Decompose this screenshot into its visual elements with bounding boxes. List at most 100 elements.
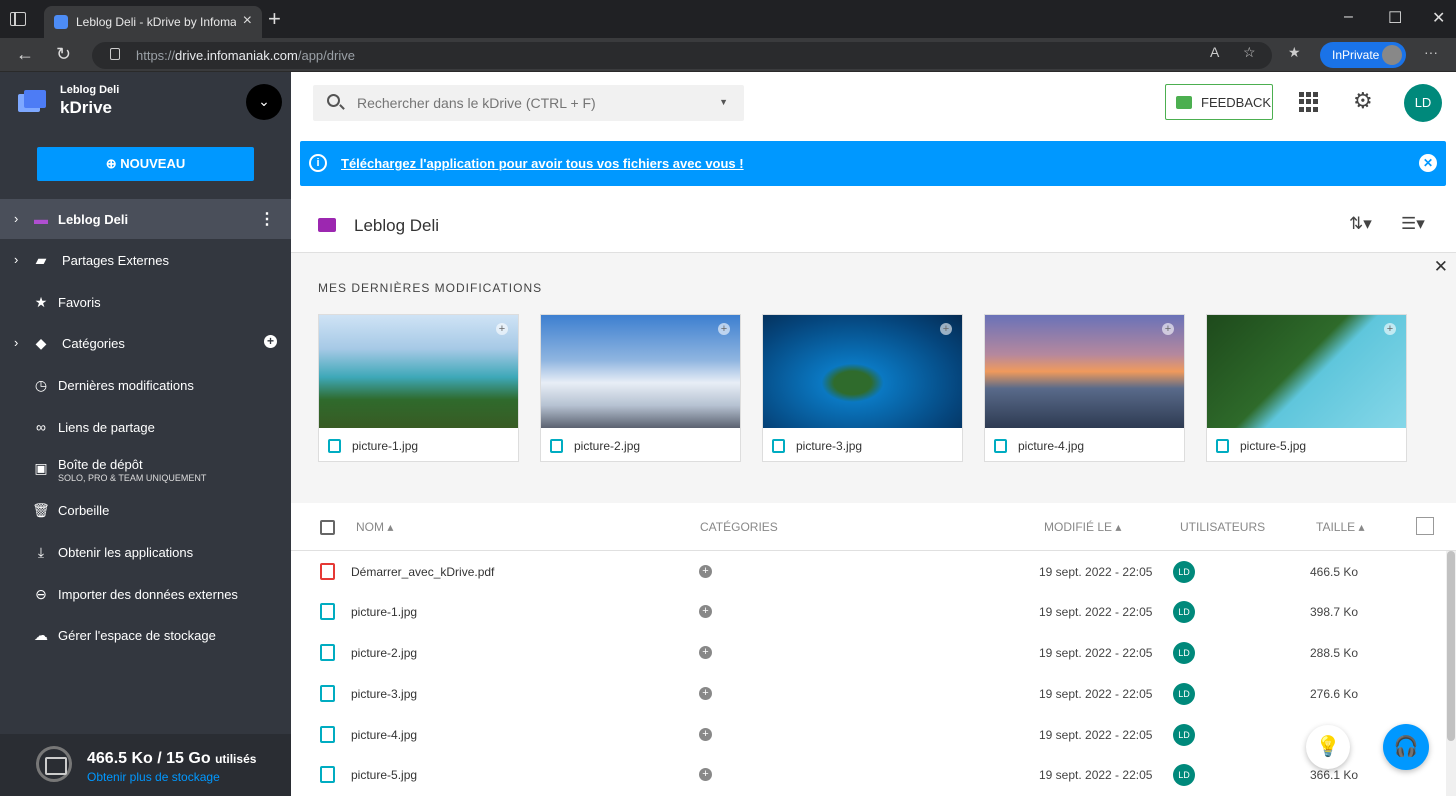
top-bar: ▼ FEEDBACK ⚙ LD	[291, 72, 1456, 132]
kdrive-logo-icon	[18, 90, 46, 112]
image-thumbnail: +	[763, 315, 962, 428]
add-icon[interactable]: +	[496, 323, 508, 335]
column-users: UTILISATEURS	[1180, 520, 1266, 534]
image-thumbnail: +	[319, 315, 518, 428]
maximize-icon[interactable]: ☐	[1388, 8, 1402, 28]
sidebar-item-boite-de-depot[interactable]: ▣ Boîte de dépôt SOLO, PRO & TEAM UNIQUE…	[0, 448, 291, 488]
table-row[interactable]: picture-4.jpg + 19 sept. 2022 - 22:05 LD	[291, 714, 1446, 755]
refresh-icon[interactable]: ↻	[56, 44, 71, 65]
drive-switcher-button[interactable]: ⌄	[246, 84, 282, 120]
banner-close-icon[interactable]: ✕	[1419, 154, 1437, 172]
lightbulb-button[interactable]: 💡	[1306, 725, 1350, 769]
image-thumbnail: +	[1207, 315, 1406, 428]
sidebar-item-obtenir-applications[interactable]: ⤓ Obtenir les applications	[0, 532, 291, 572]
recent-card[interactable]: + picture-3.jpg	[762, 314, 963, 462]
chevron-right-icon[interactable]: ›	[14, 335, 18, 350]
add-favorite-icon[interactable]: ☆	[1243, 44, 1256, 61]
folder-title: Leblog Deli	[354, 216, 440, 235]
window-close-icon[interactable]: ✕	[1432, 8, 1445, 28]
image-file-icon	[994, 439, 1007, 453]
search-box[interactable]: ▼	[313, 85, 744, 121]
star-icon: ★	[34, 294, 48, 310]
add-category-icon[interactable]: +	[699, 565, 712, 578]
tab-close-icon[interactable]: ×	[243, 12, 252, 30]
chevron-right-icon[interactable]: ›	[14, 252, 18, 267]
chevron-right-icon[interactable]: ›	[14, 211, 18, 226]
table-row[interactable]: picture-3.jpg + 19 sept. 2022 - 22:05 LD…	[291, 673, 1446, 714]
new-tab-icon[interactable]: +	[268, 8, 281, 30]
sort-icon[interactable]: ⇅▾	[1349, 214, 1372, 234]
favorites-icon[interactable]: ★	[1288, 44, 1301, 61]
table-row[interactable]: picture-1.jpg + 19 sept. 2022 - 22:05 LD…	[291, 591, 1446, 632]
browser-tab[interactable]: Leblog Deli - kDrive by Infomaniak ×	[44, 6, 262, 38]
add-icon[interactable]: +	[1384, 323, 1396, 335]
sidebar-item-categories[interactable]: › ◆ Catégories +	[0, 323, 291, 363]
shared-folder-icon: ▰	[35, 252, 47, 268]
user-avatar: LD	[1173, 642, 1195, 664]
search-icon	[327, 94, 340, 107]
table-row[interactable]: picture-2.jpg + 19 sept. 2022 - 22:05 LD…	[291, 632, 1446, 673]
sidebar-item-partages-externes[interactable]: › ▰ Partages Externes	[0, 240, 291, 280]
column-modified[interactable]: MODIFIÉ LE ▴	[1044, 520, 1121, 534]
user-avatar[interactable]: LD	[1404, 84, 1442, 122]
recent-close-icon[interactable]: ✕	[1434, 257, 1448, 277]
chat-icon	[1176, 96, 1192, 109]
download-icon: ⤓	[37, 544, 45, 560]
sidebar-item-favoris[interactable]: ★ Favoris	[0, 282, 291, 322]
add-category-icon[interactable]: +	[699, 687, 712, 700]
add-category-icon[interactable]: +	[699, 728, 712, 741]
add-category-icon[interactable]: +	[699, 605, 712, 618]
recent-card[interactable]: + picture-4.jpg	[984, 314, 1185, 462]
sidebar-item-importer-donnees[interactable]: ⊖ Importer des données externes	[0, 574, 291, 614]
recent-card[interactable]: + picture-2.jpg	[540, 314, 741, 462]
url-field[interactable]: https://drive.infomaniak.com/app/drive	[92, 42, 1272, 69]
sidebar-item-gerer-stockage[interactable]: ☁ Gérer l'espace de stockage	[0, 615, 291, 655]
gear-icon[interactable]: ⚙	[1353, 88, 1373, 114]
banner-link[interactable]: Téléchargez l'application pour avoir tou…	[341, 156, 744, 171]
recent-card[interactable]: + picture-5.jpg	[1206, 314, 1407, 462]
select-all-checkbox[interactable]	[320, 520, 335, 535]
sidebar-item-leblog-deli[interactable]: › ▬ Leblog Deli ⋮	[0, 199, 291, 239]
image-file-icon	[1216, 439, 1229, 453]
scrollbar-thumb[interactable]	[1447, 551, 1455, 741]
feedback-button[interactable]: FEEDBACK	[1165, 84, 1273, 120]
column-settings-icon[interactable]	[1416, 517, 1434, 535]
sidebar-item-dernieres-modifications[interactable]: ◷ Dernières modifications	[0, 365, 291, 405]
table-row[interactable]: Démarrer_avec_kDrive.pdf + 19 sept. 2022…	[291, 551, 1446, 592]
user-avatar: LD	[1173, 683, 1195, 705]
add-category-icon[interactable]: +	[699, 646, 712, 659]
tab-title: Leblog Deli - kDrive by Infomaniak	[76, 15, 236, 29]
search-dropdown-icon[interactable]: ▼	[719, 97, 728, 107]
image-file-icon	[320, 603, 335, 620]
add-icon[interactable]: +	[718, 323, 730, 335]
table-row[interactable]: picture-5.jpg + 19 sept. 2022 - 22:05 LD…	[291, 754, 1446, 795]
sidebar-item-liens-de-partage[interactable]: ∞ Liens de partage	[0, 407, 291, 447]
read-aloud-icon[interactable]: A	[1210, 44, 1219, 60]
minimize-icon[interactable]: –	[1344, 8, 1353, 26]
support-button[interactable]: 🎧	[1383, 724, 1429, 770]
recent-card[interactable]: + picture-1.jpg	[318, 314, 519, 462]
more-options-icon[interactable]: ···	[1424, 44, 1438, 60]
dropbox-icon: ▣	[34, 460, 48, 476]
list-view-icon[interactable]: ☰▾	[1401, 214, 1425, 234]
lightbulb-icon: 💡	[1315, 736, 1341, 758]
add-icon[interactable]: +	[940, 323, 952, 335]
add-category-icon[interactable]: +	[699, 768, 712, 781]
sidebar-item-corbeille[interactable]: 🗑 Corbeille	[0, 490, 291, 530]
search-input[interactable]	[357, 93, 697, 113]
column-name[interactable]: NOM ▴	[356, 520, 393, 534]
image-thumbnail: +	[985, 315, 1184, 428]
back-icon[interactable]: ←	[16, 44, 34, 65]
add-icon[interactable]: +	[1162, 323, 1174, 335]
more-storage-link[interactable]: Obtenir plus de stockage	[87, 770, 220, 784]
inprivate-button[interactable]: InPrivate	[1320, 42, 1406, 68]
more-vertical-icon[interactable]: ⋮	[259, 209, 275, 229]
user-avatar: LD	[1173, 561, 1195, 583]
pdf-file-icon	[320, 563, 335, 580]
column-size[interactable]: TAILLE ▴	[1316, 520, 1365, 534]
apps-grid-icon[interactable]	[1299, 92, 1319, 112]
new-button[interactable]: ⊕ NOUVEAU	[37, 147, 254, 181]
add-category-icon[interactable]: +	[264, 335, 277, 348]
tab-actions-icon[interactable]	[10, 12, 26, 26]
scrollbar[interactable]	[1446, 551, 1456, 796]
